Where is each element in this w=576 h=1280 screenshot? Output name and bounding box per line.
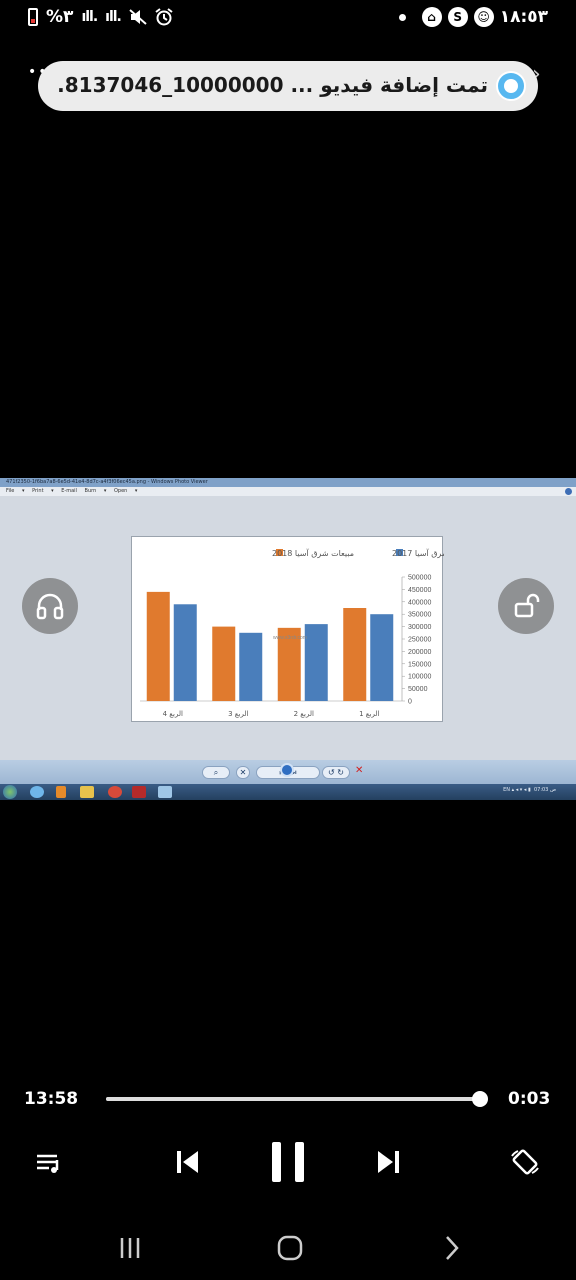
y-tick-label: 300000 — [408, 624, 431, 631]
previous-button[interactable] — [170, 1146, 204, 1178]
bar-2018 — [343, 608, 367, 701]
bar-2017 — [370, 614, 394, 701]
playlist-button[interactable] — [32, 1148, 68, 1178]
x-tick-label: الربع 2 — [294, 710, 314, 718]
folder-icon — [80, 786, 94, 798]
alarm-icon — [155, 8, 173, 26]
home-button[interactable] — [276, 1234, 304, 1262]
bar-2017 — [173, 604, 197, 701]
system-tray: EN ▴ ◂ ▾ ◂ ▮ 07:03 ص — [503, 787, 556, 793]
signal-2-icon: ıll. — [105, 9, 122, 25]
dot-icon — [398, 13, 406, 21]
back-icon — [446, 1236, 459, 1260]
pause-icon — [272, 1142, 304, 1182]
mute-icon — [129, 9, 147, 25]
start-icon — [3, 785, 17, 799]
battery-low-icon — [28, 8, 38, 26]
pause-button[interactable] — [264, 1138, 312, 1186]
seek-progress — [106, 1097, 481, 1101]
y-tick-label: 0 — [408, 699, 412, 706]
tray-time: 07:03 ص — [533, 787, 556, 793]
y-tick-label: 100000 — [408, 674, 431, 681]
media-icon — [56, 786, 66, 798]
remaining-time: 0:03 — [508, 1089, 551, 1109]
y-tick-label: 150000 — [408, 661, 431, 668]
legend-label-2018: مبيعات شرق آسيا 2018 — [272, 548, 354, 558]
rotate-group: ↺ ↻ — [322, 766, 350, 779]
bar-2017 — [239, 632, 263, 701]
battery-percent: %٣ — [46, 7, 74, 27]
rotate-icon — [511, 1149, 539, 1175]
x-tick-label: الربع 1 — [359, 710, 379, 718]
bar-2017 — [304, 624, 328, 701]
headphones-icon — [36, 593, 64, 620]
help-icon — [565, 488, 572, 495]
rotate-button[interactable] — [506, 1146, 544, 1178]
unlock-icon — [514, 593, 540, 618]
audio-only-button[interactable] — [22, 578, 78, 634]
menu-print: Print ▾ — [32, 488, 54, 494]
zoom-icon: ⌕ — [202, 766, 230, 779]
window-title: 471f2350-1f6ba7a8-6e5d-41e4-8d7c-a4f3f06… — [0, 478, 576, 487]
notification-app-icon: ⌂ — [421, 7, 442, 27]
playlist-icon — [37, 1154, 59, 1173]
baby-avatar-icon — [496, 71, 526, 101]
s-app-icon: S — [447, 7, 468, 27]
video-frame[interactable]: 471f2350-1f6ba7a8-6e5d-41e4-8d7c-a4f3f06… — [0, 478, 576, 800]
seek-thumb[interactable] — [472, 1091, 489, 1107]
delete-icon: ✕ — [355, 765, 364, 776]
viewer-toolbar: ⌕ ✕ ⏮ ⏭ ↺ ↻ ✕ — [0, 760, 576, 784]
photo-viewer-icon — [158, 786, 172, 798]
home-icon — [277, 1235, 303, 1261]
lock-screen-button[interactable] — [498, 578, 554, 634]
x-tick-label: الربع 4 — [163, 710, 183, 718]
y-tick-label: 200000 — [408, 649, 431, 656]
y-tick-label: 250000 — [408, 637, 431, 644]
actual-size-icon: ✕ — [236, 766, 250, 779]
baby-app-icon: ☺ — [473, 7, 494, 27]
menu-burn: Burn ▾ — [84, 488, 107, 494]
y-tick-label: 50000 — [408, 686, 428, 693]
y-tick-label: 350000 — [408, 612, 431, 619]
y-tick-label: 450000 — [408, 587, 431, 594]
slideshow-icon — [280, 763, 294, 777]
signal-1-icon: ıll. — [81, 9, 98, 25]
menu-file: File ▾ — [6, 488, 25, 494]
previous-icon — [177, 1151, 198, 1173]
legend-label-2017: مبيعات شرق آسيا 2017 — [392, 548, 444, 558]
status-time: ١٨:٥٣ — [499, 7, 548, 27]
elapsed-time: 13:58 — [24, 1089, 79, 1109]
seek-bar[interactable] — [106, 1091, 489, 1107]
recent-apps-button[interactable] — [116, 1234, 144, 1262]
chrome-icon — [108, 786, 122, 798]
next-button[interactable] — [372, 1146, 406, 1178]
bar-2018 — [146, 591, 170, 701]
taskbar: EN ▴ ◂ ▾ ◂ ▮ 07:03 ص — [0, 784, 576, 800]
next-icon — [378, 1151, 399, 1173]
y-tick-label: 500000 — [408, 575, 431, 582]
menu-email: E-mail — [61, 488, 77, 494]
menu-open: Open ▾ — [113, 488, 138, 494]
status-bar: %٣ ıll. ıll. ⌂ S ☺ ١٨:٥٣ — [0, 0, 576, 36]
toast-notification[interactable]: تمت إضافة فيديو ... 10000000_8137046... — [38, 61, 538, 111]
bar-2018 — [212, 626, 236, 701]
x-tick-label: الربع 3 — [228, 710, 248, 718]
ie-icon — [30, 786, 44, 798]
chart-svg: 0 50000 100000 150000 200000 250000 300000 3500… — [140, 548, 444, 718]
watermark-text: www.s3rdr.com — [273, 635, 307, 641]
window-menu: File ▾ Print ▾ E-mail Burn ▾ Open ▾ — [0, 487, 576, 496]
tray-indicators: EN ▴ ◂ ▾ ◂ ▮ — [503, 787, 531, 793]
chart: 0 50000 100000 150000 200000 250000 300000 3500… — [131, 536, 444, 722]
status-left: %٣ ıll. ıll. — [28, 7, 173, 27]
recent-apps-icon — [120, 1238, 140, 1258]
toast-text: تمت إضافة فيديو ... 10000000_8137046... — [58, 73, 488, 97]
access-icon — [132, 786, 146, 798]
back-button[interactable] — [440, 1234, 464, 1262]
y-tick-label: 400000 — [408, 599, 431, 606]
status-right: ⌂ S ☺ ١٨:٥٣ — [398, 7, 548, 27]
